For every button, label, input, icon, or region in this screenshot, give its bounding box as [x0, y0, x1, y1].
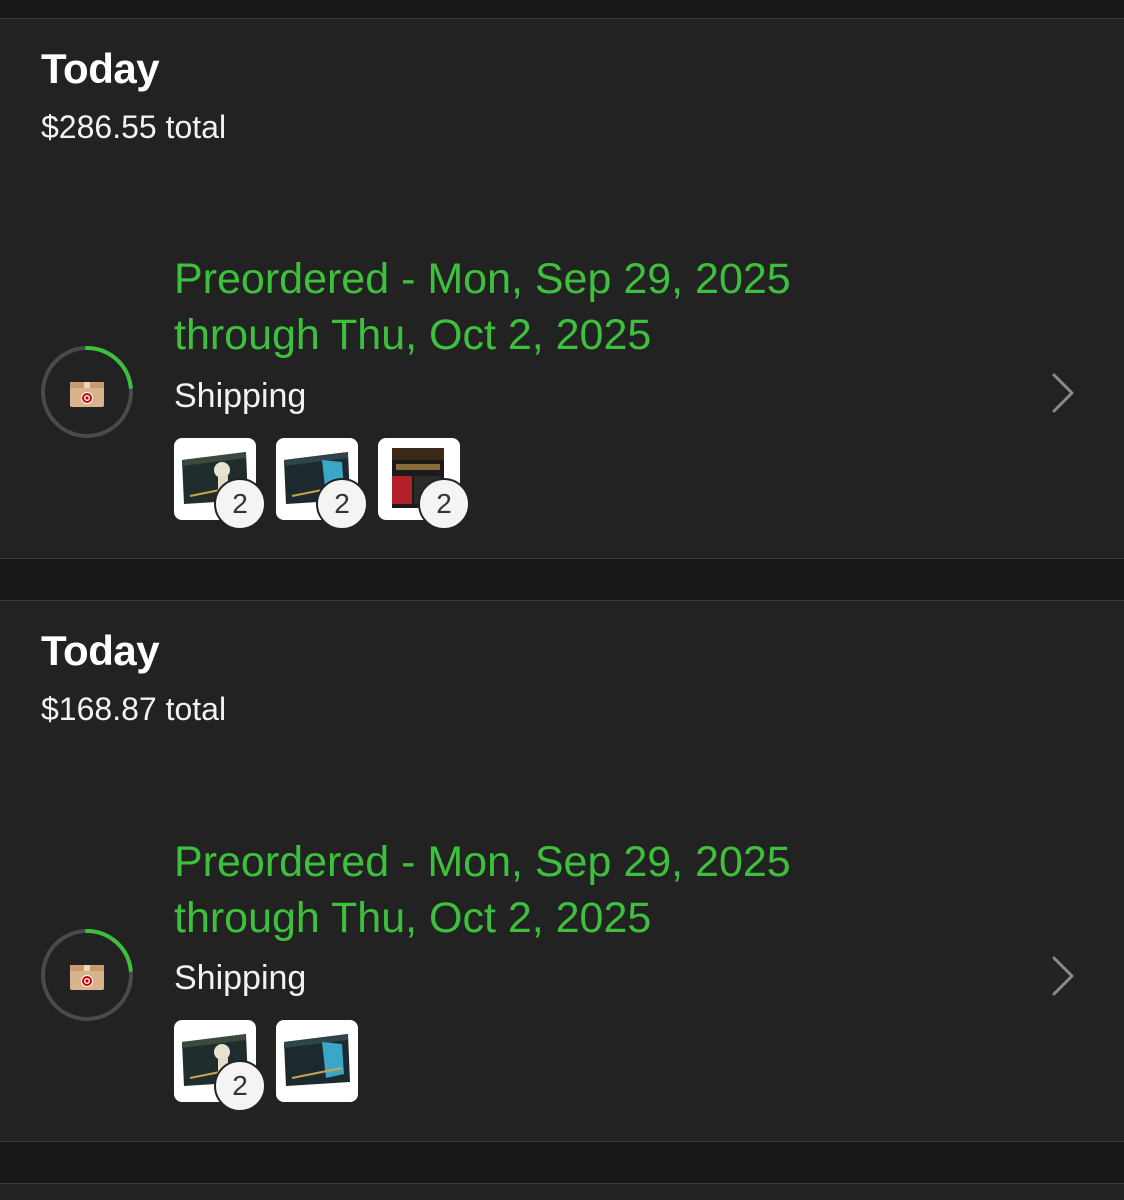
- order-total: $286.55 total: [41, 109, 227, 145]
- order-status-line-2: through Thu, Oct 2, 2025: [174, 311, 652, 359]
- shipment-progress-ring: [40, 345, 134, 439]
- item-thumbnail[interactable]: 2: [174, 438, 266, 530]
- item-thumbnails: 2 2 2: [174, 438, 574, 530]
- item-thumbnail[interactable]: 2: [174, 1020, 266, 1112]
- shipping-label: Shipping: [174, 377, 307, 415]
- package-box-icon: [70, 382, 104, 407]
- order-card[interactable]: Today $168.87 total Preordered - Mon, Se…: [0, 600, 1124, 1142]
- item-quantity-badge: 2: [418, 478, 470, 530]
- order-card-partial: [0, 1183, 1124, 1200]
- package-box-icon: [70, 965, 104, 990]
- order-total: $168.87 total: [41, 691, 227, 727]
- order-status-line-1: Preordered - Mon, Sep 29, 2025: [174, 838, 791, 886]
- order-status-line-1: Preordered - Mon, Sep 29, 2025: [174, 255, 791, 303]
- item-quantity-badge: 2: [316, 478, 368, 530]
- order-date-title: Today: [41, 45, 160, 92]
- item-thumbnail[interactable]: 2: [378, 438, 470, 530]
- item-thumbnail[interactable]: 2: [276, 438, 368, 530]
- product-image: [282, 1028, 352, 1092]
- chevron-right-icon[interactable]: [1050, 954, 1076, 998]
- order-status-line-2: through Thu, Oct 2, 2025: [174, 894, 652, 942]
- orders-page: Today $286.55 total Preordered - Mon, Se…: [0, 0, 1124, 1200]
- item-thumbnail[interactable]: [276, 1020, 358, 1102]
- shipment-progress-ring: [40, 928, 134, 1022]
- item-quantity-badge: 2: [214, 478, 266, 530]
- shipping-label: Shipping: [174, 959, 307, 997]
- order-card[interactable]: Today $286.55 total Preordered - Mon, Se…: [0, 18, 1124, 559]
- item-thumbnails: 2: [174, 1020, 574, 1112]
- chevron-right-icon[interactable]: [1050, 371, 1076, 415]
- order-date-title: Today: [41, 627, 160, 674]
- item-quantity-badge: 2: [214, 1060, 266, 1112]
